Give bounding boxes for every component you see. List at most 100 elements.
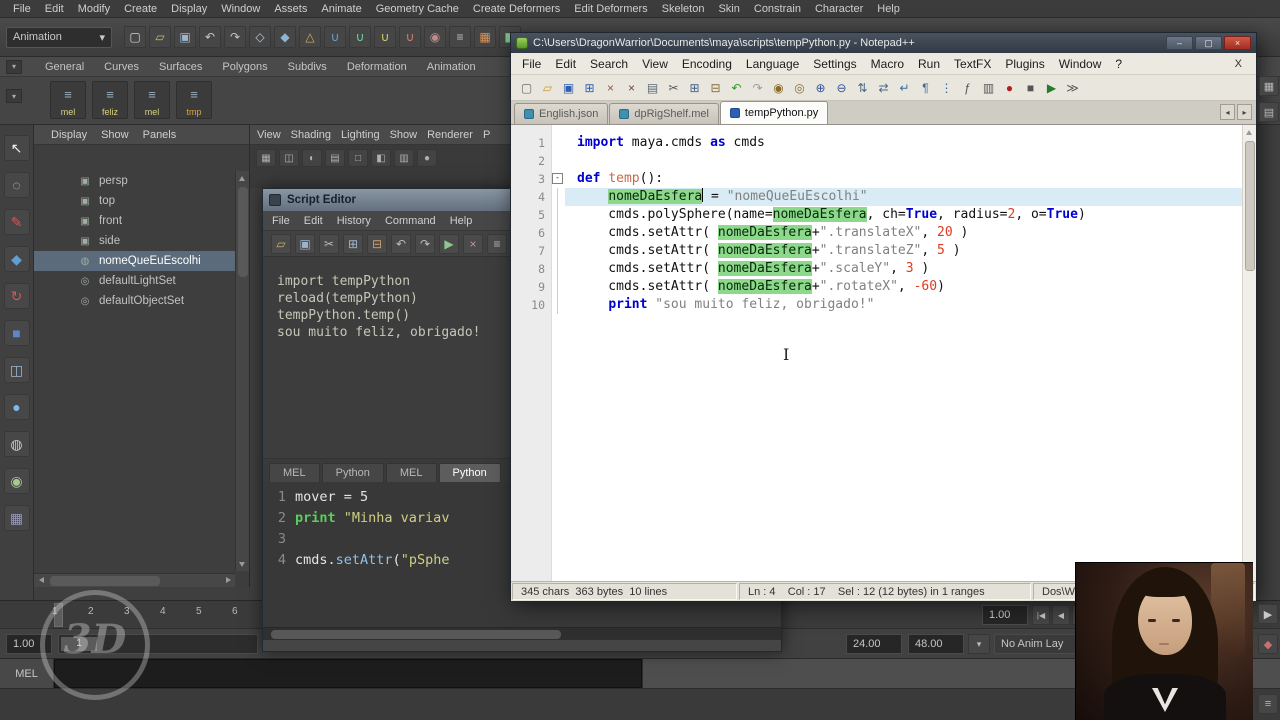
mel-input[interactable] — [54, 659, 642, 688]
outliner-item-defaultobjectset[interactable]: ◎ defaultObjectSet — [34, 291, 235, 311]
animation-end-field[interactable]: 48.00 — [908, 634, 964, 654]
play-button[interactable]: ▶ — [1258, 604, 1278, 624]
maya-menu-create-deformers[interactable]: Create Deformers — [466, 3, 567, 15]
scroll-left-icon[interactable] — [35, 574, 47, 586]
rotate-tool-icon[interactable]: ↻ — [3, 283, 30, 309]
snap-to-plane-icon[interactable]: ∪ — [399, 26, 421, 48]
range-bar[interactable]: 1 — [58, 634, 258, 654]
universal-manipulator-icon[interactable]: ◫ — [3, 357, 30, 383]
minimize-button[interactable]: – — [1166, 36, 1193, 50]
outliner-vertical-scrollbar[interactable] — [235, 171, 249, 571]
code-text[interactable]: cmds.polySphere(name=nomeDaEsfera, ch=Tr… — [565, 206, 1256, 224]
viewport-menu-view[interactable]: View — [252, 129, 286, 141]
shelf-tab-subdivs[interactable]: Subdivs — [279, 59, 336, 75]
outliner-item-front[interactable]: ▣ front — [34, 211, 235, 231]
shelf-tab-deformation[interactable]: Deformation — [338, 59, 416, 75]
go-to-start-button[interactable]: |◀ — [1032, 605, 1050, 625]
npp-menu-textfx[interactable]: TextFX — [947, 55, 998, 73]
render-current-frame-icon[interactable]: ▦ — [474, 26, 496, 48]
shelf-tab-polygons[interactable]: Polygons — [213, 59, 276, 75]
code-text[interactable]: def temp(): — [565, 170, 1256, 188]
redo-icon[interactable]: ↷ — [224, 26, 246, 48]
select-by-component-icon[interactable]: △ — [299, 26, 321, 48]
shelf-tab-menu-icon[interactable]: ▾ — [6, 59, 22, 74]
function-list-icon[interactable]: ƒ — [958, 78, 977, 97]
execute-all-icon[interactable]: ▶ — [439, 233, 459, 254]
copy-icon[interactable]: ⊞ — [685, 78, 704, 97]
save-scene-icon[interactable]: ▣ — [174, 26, 196, 48]
open-folder-icon[interactable]: ▱ — [538, 78, 557, 97]
snap-to-grid-icon[interactable]: ∪ — [324, 26, 346, 48]
viewport-menu-shading[interactable]: Shading — [286, 129, 336, 141]
maximize-button[interactable]: ▢ — [1195, 36, 1222, 50]
outliner-menu-display[interactable]: Display — [44, 129, 94, 141]
record-macro-icon[interactable]: ● — [1000, 78, 1019, 97]
snap-to-point-icon[interactable]: ∪ — [374, 26, 396, 48]
maya-menu-geometry-cache[interactable]: Geometry Cache — [369, 3, 466, 15]
editor-area[interactable]: 1 import maya.cmds as cmds 2 3- def temp(): 4… — [511, 125, 1256, 581]
editor-vertical-scrollbar[interactable] — [1242, 125, 1256, 581]
shelf-menu-icon[interactable]: ▾ — [6, 89, 22, 103]
maya-menu-skin[interactable]: Skin — [711, 3, 746, 15]
npp-menu-plugins[interactable]: Plugins — [998, 55, 1051, 73]
npp-menu-encoding[interactable]: Encoding — [675, 55, 739, 73]
select-by-hierarchy-icon[interactable]: ◇ — [249, 26, 271, 48]
shelf-tab-general[interactable]: General — [36, 59, 93, 75]
outliner-item-persp[interactable]: ▣ persp — [34, 171, 235, 191]
paste-icon[interactable]: ⊟ — [706, 78, 725, 97]
undo-icon[interactable]: ↶ — [199, 26, 221, 48]
script-editor-menu-command[interactable]: Command — [378, 215, 443, 227]
maya-menu-window[interactable]: Window — [214, 3, 267, 15]
outliner-horizontal-scrollbar[interactable] — [34, 573, 235, 587]
scrollbar-thumb[interactable] — [271, 630, 561, 639]
scrollbar-thumb[interactable] — [50, 576, 160, 586]
code-text[interactable]: nomeDaEsfera = "nomeQueEuEscolhi" — [565, 188, 1256, 206]
make-live-icon[interactable]: ◉ — [424, 26, 446, 48]
script-tab-python[interactable]: Python — [438, 463, 501, 482]
maya-menu-modify[interactable]: Modify — [71, 3, 117, 15]
scroll-down-icon[interactable] — [236, 558, 248, 570]
shelf-item-feliz[interactable]: ≡ feliz — [92, 81, 128, 119]
run-multi-macro-icon[interactable]: ≫ — [1063, 78, 1082, 97]
zoom-in-icon[interactable]: ⊕ — [811, 78, 830, 97]
outliner-item-side[interactable]: ▣ side — [34, 231, 235, 251]
copy-icon[interactable]: ⊞ — [343, 233, 363, 254]
lasso-tool-icon[interactable]: ◌ — [3, 172, 30, 198]
tab-temppython-py[interactable]: tempPython.py — [719, 101, 829, 124]
attribute-editor-toggle-icon[interactable]: ▤ — [1259, 102, 1279, 122]
zoom-out-icon[interactable]: ⊖ — [832, 78, 851, 97]
code-text[interactable]: cmds.setAttr( nomeDaEsfera+".scaleY", 3 … — [565, 260, 1256, 278]
script-tab-mel[interactable]: MEL — [385, 463, 437, 482]
code-text[interactable]: cmds.setAttr( nomeDaEsfera+".translateX"… — [565, 224, 1256, 242]
move-tool-icon[interactable]: ◆ — [3, 246, 30, 272]
close-document-button[interactable]: X — [1229, 56, 1248, 72]
code-text[interactable]: cmds.setAttr("pSphe — [295, 550, 449, 571]
step-back-button[interactable]: ◀ — [1052, 605, 1070, 625]
viewport-menu-lighting[interactable]: Lighting — [336, 129, 385, 141]
undo-icon[interactable]: ↶ — [391, 233, 411, 254]
indent-guide-icon[interactable]: ⋮ — [937, 78, 956, 97]
script-editor-menu-help[interactable]: Help — [443, 215, 480, 227]
close-doc-icon[interactable]: × — [601, 78, 620, 97]
script-tab-mel[interactable]: MEL — [269, 463, 320, 482]
close-all-icon[interactable]: × — [622, 78, 641, 97]
shelf-item-mel[interactable]: ≡ mel — [50, 81, 86, 119]
npp-menu-view[interactable]: View — [635, 55, 675, 73]
scrollbar-thumb[interactable] — [238, 187, 248, 277]
close-button[interactable]: × — [1224, 36, 1251, 50]
viewport-gate-mask-icon[interactable]: ◐ — [302, 149, 322, 167]
word-wrap-icon[interactable]: ↵ — [895, 78, 914, 97]
scale-tool-icon[interactable]: ■ — [3, 320, 30, 346]
tab-scroll-right-icon[interactable]: ▸ — [1237, 104, 1252, 120]
shelf-item-mel[interactable]: ≡ mel — [134, 81, 170, 119]
script-editor-menu-history[interactable]: History — [330, 215, 378, 227]
playback-end-field[interactable]: 24.00 — [846, 634, 902, 654]
maya-menu-assets[interactable]: Assets — [267, 3, 314, 15]
viewport-safe-action-icon[interactable]: □ — [348, 149, 368, 167]
last-tool-icon[interactable]: ◉ — [3, 468, 30, 494]
outliner-menu-show[interactable]: Show — [94, 129, 136, 141]
soft-modification-icon[interactable]: ● — [3, 394, 30, 420]
play-macro-icon[interactable]: ▶ — [1042, 78, 1061, 97]
tab-dprigshelf-mel[interactable]: dpRigShelf.mel — [609, 103, 719, 124]
outliner-menu-panels[interactable]: Panels — [136, 129, 184, 141]
